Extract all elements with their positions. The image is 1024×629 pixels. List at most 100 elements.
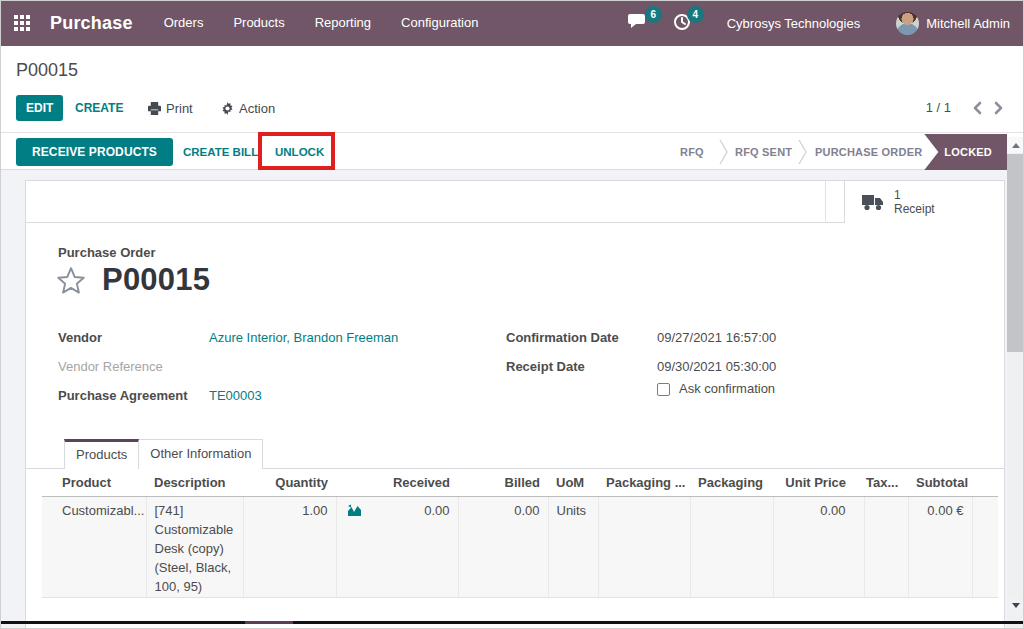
confirmation-date-value: 09/27/2021 16:57:00	[657, 330, 776, 349]
cell-trailing	[972, 497, 998, 598]
cell-quantity[interactable]: 1.00	[243, 497, 336, 598]
vendor-reference-label: Vendor Reference	[58, 359, 209, 378]
statusbar: RECEIVE PRODUCTS CREATE BILL UNLOCK RFQ …	[0, 134, 1024, 170]
form-view: 1Receipt Purchase Order P00015 Vendor Az…	[0, 170, 1024, 629]
pager-previous-icon[interactable]	[972, 101, 982, 115]
cell-packaging[interactable]	[690, 497, 773, 598]
forecast-chart-icon[interactable]	[347, 503, 362, 522]
user-menu[interactable]: Mitchell Admin	[896, 12, 1010, 35]
tab-products[interactable]: Products	[64, 439, 139, 469]
page-title: P00015	[102, 262, 210, 298]
col-packaging-qty[interactable]: Packaging ...	[598, 469, 690, 497]
col-packaging[interactable]: Packaging	[690, 469, 773, 497]
vendor-value[interactable]: Azure Interior, Brandon Freeman	[209, 330, 398, 349]
cell-subtotal[interactable]: 0.00 €	[908, 497, 972, 598]
apps-menu-icon[interactable]	[0, 0, 44, 46]
cell-billed[interactable]: 0.00	[458, 497, 548, 598]
state-separator-icon	[719, 139, 728, 168]
action-button[interactable]: Action	[221, 101, 275, 116]
cell-taxes[interactable]	[864, 497, 908, 598]
app-menus: Orders Products Reporting Configuration	[149, 0, 494, 46]
top-navbar: Purchase Orders Products Reporting Confi…	[0, 0, 1024, 46]
notebook-tabs: Products Other Information	[26, 439, 1004, 469]
create-bill-button[interactable]: CREATE BILL	[183, 146, 258, 158]
systray: 6 4 Cybrosys Technologies Mitchell Admin	[628, 0, 1024, 46]
control-panel: EDIT CREATE Print Action 1 / 1	[0, 88, 1024, 133]
menu-orders[interactable]: Orders	[149, 0, 219, 46]
receipt-label: Receipt	[894, 202, 935, 216]
col-unit-price[interactable]: Unit Price	[773, 469, 864, 497]
vertical-scrollbar[interactable]	[1007, 137, 1024, 629]
breadcrumb-row: P00015	[0, 46, 1024, 88]
user-avatar	[896, 12, 919, 35]
col-uom[interactable]: UoM	[548, 469, 598, 497]
pager: 1 / 1	[926, 100, 1004, 115]
button-box: 1Receipt	[26, 181, 1004, 223]
truck-icon	[861, 194, 885, 211]
col-received[interactable]: Received	[336, 469, 458, 497]
app-name[interactable]: Purchase	[50, 13, 133, 34]
cell-uom[interactable]: Units	[548, 497, 598, 598]
bottom-edge	[0, 621, 1024, 624]
edit-button[interactable]: EDIT	[16, 95, 63, 121]
col-product[interactable]: Product	[42, 469, 146, 497]
state-rfq-sent[interactable]: RFQ SENT	[735, 146, 792, 158]
state-rfq[interactable]: RFQ	[680, 146, 704, 158]
printer-icon	[148, 102, 161, 115]
tab-other-information[interactable]: Other Information	[139, 439, 263, 469]
cell-packaging-qty[interactable]	[598, 497, 690, 598]
print-button[interactable]: Print	[148, 101, 193, 116]
gear-icon	[221, 102, 234, 115]
menu-products[interactable]: Products	[218, 0, 299, 46]
pager-next-icon[interactable]	[994, 101, 1004, 115]
user-name: Mitchell Admin	[926, 16, 1010, 31]
scroll-down-icon[interactable]	[1007, 597, 1024, 614]
col-taxes[interactable]: Tax...	[864, 469, 908, 497]
purchase-agreement-label: Purchase Agreement	[58, 388, 209, 407]
cell-description[interactable]: [741] Customizable Desk (copy) (Steel, B…	[146, 497, 243, 598]
confirmation-date-label: Confirmation Date	[506, 330, 657, 349]
messages-badge: 6	[645, 6, 662, 23]
table-header-row: Product Description Quantity Received Bi…	[42, 469, 998, 497]
cell-product[interactable]: Customizabl...	[42, 497, 146, 598]
state-separator-icon	[798, 139, 807, 168]
bottom-edge-accent	[245, 621, 293, 624]
cell-received[interactable]: 0.00	[336, 497, 458, 598]
cell-unit-price[interactable]: 0.00	[773, 497, 864, 598]
menu-configuration[interactable]: Configuration	[386, 0, 493, 46]
purchase-agreement-value[interactable]: TE00003	[209, 388, 262, 407]
col-subtotal[interactable]: Subtotal	[908, 469, 972, 497]
status-pipeline: RFQ RFQ SENT PURCHASE ORDER LOCKED	[624, 134, 1024, 170]
form-sheet: 1Receipt Purchase Order P00015 Vendor Az…	[25, 180, 1005, 629]
activities-icon[interactable]: 4	[673, 13, 691, 34]
breadcrumb: P00015	[16, 60, 78, 81]
favorite-star-icon[interactable]	[56, 266, 86, 294]
title-label: Purchase Order	[58, 245, 1004, 260]
state-purchase-order[interactable]: PURCHASE ORDER	[815, 146, 922, 158]
company-switcher[interactable]: Cybrosys Technologies	[727, 16, 860, 31]
col-billed[interactable]: Billed	[458, 469, 548, 497]
receipt-count: 1	[894, 188, 935, 202]
receipt-smart-button[interactable]: 1Receipt	[844, 181, 1004, 223]
field-groups: Vendor Azure Interior, Brandon Freeman V…	[58, 330, 972, 418]
vendor-label: Vendor	[58, 330, 209, 349]
menu-reporting[interactable]: Reporting	[300, 0, 386, 46]
unlock-button[interactable]: UNLOCK	[275, 146, 324, 158]
scroll-up-icon[interactable]	[1007, 137, 1024, 153]
order-lines-table: Product Description Quantity Received Bi…	[42, 469, 998, 598]
pager-count: 1 / 1	[926, 100, 951, 115]
col-trailing	[972, 469, 998, 497]
col-quantity[interactable]: Quantity	[243, 469, 336, 497]
receipt-date-value: 09/30/2021 05:30:00	[657, 359, 776, 378]
activities-badge: 4	[687, 6, 704, 23]
scrollbar-thumb[interactable]	[1007, 154, 1024, 352]
receipt-date-label: Receipt Date	[506, 359, 657, 378]
messages-icon[interactable]: 6	[628, 13, 649, 33]
create-button[interactable]: CREATE	[75, 101, 123, 115]
col-description[interactable]: Description	[146, 469, 243, 497]
ask-confirmation-label: Ask confirmation	[679, 381, 775, 396]
order-line-row[interactable]: Customizabl... [741] Customizable Desk (…	[42, 497, 998, 598]
state-locked[interactable]: LOCKED	[924, 134, 1007, 170]
receive-products-button[interactable]: RECEIVE PRODUCTS	[16, 138, 173, 166]
ask-confirmation-checkbox[interactable]	[657, 383, 670, 396]
